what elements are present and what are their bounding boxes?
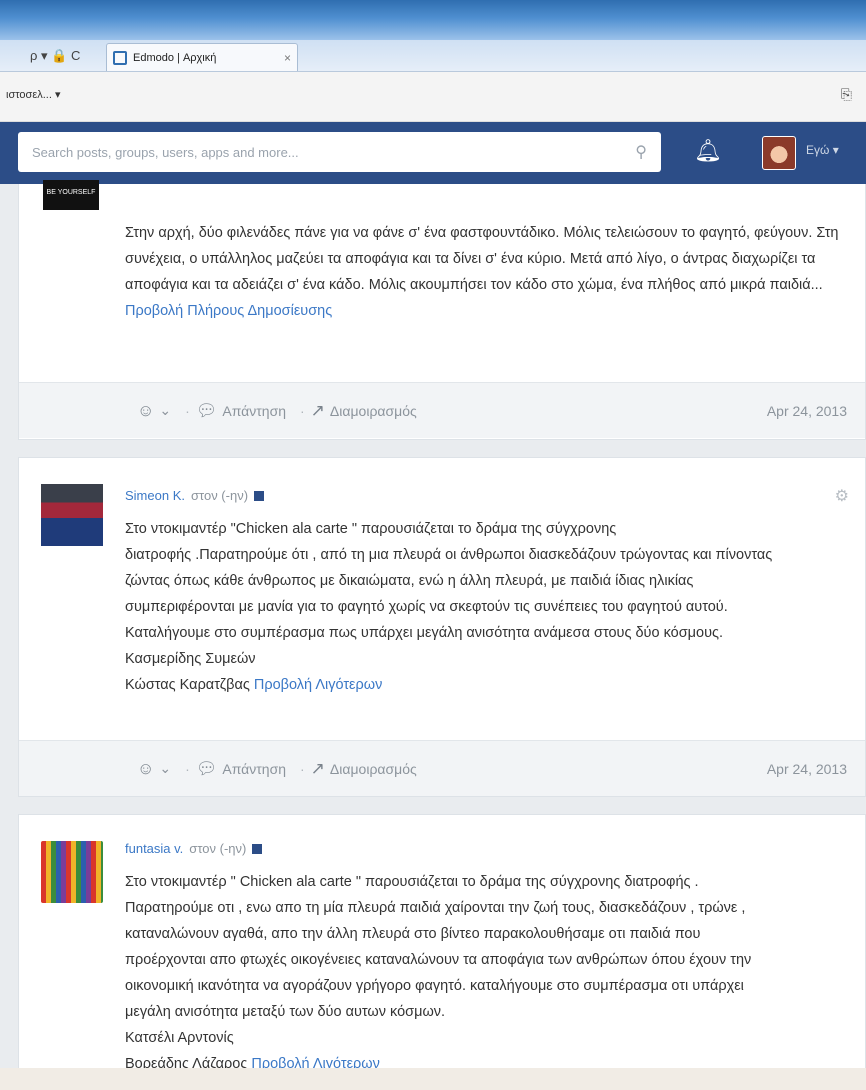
post-line: Κατσέλι Αρντονίς [125, 1030, 234, 1046]
search-input[interactable] [32, 144, 636, 160]
author-name-link[interactable]: Simeon K. [125, 488, 185, 503]
tab-title: Edmodo | Αρχική [133, 51, 217, 64]
chevron-down-icon: ⌄ [159, 760, 172, 776]
share-label: Διαμοιρασμός [329, 402, 417, 419]
separator: · [185, 402, 190, 419]
tab-close-icon[interactable]: × [284, 51, 291, 65]
post-line: Παρατηρούμε οτι , ενω απο τη μία πλευρά … [125, 900, 746, 916]
reaction-button[interactable]: ☺ ⌄ [137, 759, 171, 779]
share-icon: ↗ [310, 758, 325, 778]
post-options-gear-icon[interactable]: ⚙ [835, 486, 849, 506]
post-target[interactable]: στον (-ην) [189, 841, 246, 856]
post-card: Simeon K. στον (-ην) ⚙ Στο ντοκιμαντέρ "… [18, 457, 866, 797]
address-tools[interactable]: ρ ▾ 🔒 C [30, 48, 80, 64]
view-less-link[interactable]: Προβολή Λιγότερων [254, 677, 382, 693]
share-icon: ↗ [310, 400, 325, 420]
page-tools-icon[interactable]: ⎘ [841, 86, 852, 103]
post-author-avatar[interactable]: BE YOURSELF [43, 180, 99, 210]
separator: · [185, 760, 190, 777]
search-box: ⚲ [18, 132, 661, 172]
reply-label: Απάντηση [222, 402, 286, 419]
post-text: Στην αρχή, δύο φιλενάδες πάνε για να φάν… [125, 220, 845, 324]
post-date: Apr 24, 2013 [766, 402, 847, 419]
post-card: BE YOURSELF Στην αρχή, δύο φιλενάδες πάν… [18, 180, 866, 440]
group-icon [254, 490, 265, 501]
chevron-down-icon: ⌄ [159, 402, 172, 418]
reaction-button[interactable]: ☺ ⌄ [137, 401, 171, 421]
browser-tabstrip: ρ ▾ 🔒 C Edmodo | Αρχική × [0, 40, 866, 72]
reply-button[interactable]: 💬︎ Απάντηση [196, 759, 286, 779]
post-line: καταναλώνουν αγαθά, απο την άλλη πλευρά … [125, 926, 701, 942]
reaction-icon: ☺ [137, 400, 155, 420]
user-avatar[interactable] [762, 136, 796, 170]
post-line: Στο ντοκιμαντέρ "Chicken ala carte " παρ… [125, 521, 617, 537]
post-line: συμπεριφέρονται με μανία για το φαγητό χ… [125, 599, 728, 615]
reply-label: Απάντηση [222, 760, 286, 777]
search-icon[interactable]: ⚲ [635, 142, 647, 162]
post-text: Στο ντοκιμαντέρ " Chicken ala carte " πα… [125, 869, 845, 1077]
reaction-icon: ☺ [137, 758, 155, 778]
post-line: Κώστας Καρατζβας [125, 677, 250, 693]
post-line: διατροφής .Παρατηρούμε ότι , από τη μια … [125, 547, 773, 563]
post-author-row: Simeon K. στον (-ην) [125, 488, 265, 503]
post-body: BE YOURSELF Στην αρχή, δύο φιλενάδες πάν… [19, 180, 865, 382]
post-line: Κασμερίδης Συμεών [125, 651, 256, 667]
browser-status-bar [0, 1068, 866, 1090]
share-button[interactable]: ↗ Διαμοιρασμός [311, 401, 417, 421]
author-name-link[interactable]: funtasia v. [125, 841, 183, 856]
post-actions: ☺ ⌄ · 💬︎ Απάντηση · ↗ Διαμοιρασμός Apr 24, … [19, 382, 865, 438]
post-author-avatar[interactable] [41, 484, 103, 546]
post-date: Apr 24, 2013 [766, 760, 847, 777]
post-author-avatar[interactable] [41, 841, 103, 903]
me-menu[interactable]: Εγώ ▾ [806, 143, 839, 157]
separator: · [300, 760, 305, 777]
browser-tab[interactable]: Edmodo | Αρχική × [106, 43, 298, 71]
post-line: μεγάλη ανισότητα μεταξύ των δύο αυτων κό… [125, 1004, 446, 1020]
separator: · [300, 402, 305, 419]
reply-button[interactable]: 💬︎ Απάντηση [196, 401, 286, 421]
reply-icon: 💬︎ [195, 758, 218, 778]
post-feed: BE YOURSELF Στην αρχή, δύο φιλενάδες πάν… [18, 180, 866, 1090]
post-actions: ☺ ⌄ · 💬︎ Απάντηση · ↗ Διαμοιρασμός Apr 24, … [19, 740, 865, 796]
post-card: funtasia v. στον (-ην) Στο ντοκιμαντέρ "… [18, 814, 866, 1090]
share-label: Διαμοιρασμός [329, 760, 417, 777]
post-content: Στην αρχή, δύο φιλενάδες πάνε για να φάν… [125, 225, 839, 293]
view-full-post-link[interactable]: Προβολή Πλήρους Δημοσίευσης [125, 303, 332, 319]
post-author-row: funtasia v. στον (-ην) [125, 841, 263, 856]
browser-menubar: ιστοσελ... ▾ ⎘ [0, 72, 866, 122]
notifications-bell-icon[interactable]: 🔔︎ [694, 138, 722, 164]
post-line: προέρχονται απο φτωχές οικογένειες καταν… [125, 952, 752, 968]
post-target[interactable]: στον (-ην) [191, 488, 248, 503]
reply-icon: 💬︎ [195, 400, 218, 420]
post-text: Στο ντοκιμαντέρ "Chicken ala carte " παρ… [125, 516, 845, 698]
post-line: Στο ντοκιμαντέρ " Chicken ala carte " πα… [125, 874, 699, 890]
share-button[interactable]: ↗ Διαμοιρασμός [311, 759, 417, 779]
post-line: ζώντας όπως κάθε άνθρωπος με δικαιώματα,… [125, 573, 694, 589]
edmodo-header: ⚲ 🔔︎ Εγώ ▾ [0, 122, 866, 184]
group-icon [252, 843, 263, 854]
edmodo-favicon-icon [113, 50, 127, 65]
favorites-menu[interactable]: ιστοσελ... ▾ [6, 88, 60, 101]
post-line: Καταλήγουμε στο συμπέρασμα πως υπάρχει μ… [125, 625, 724, 641]
browser-titlebar [0, 0, 866, 40]
post-line: οικονομική ικανότητα να αγοράζουν γρήγορ… [125, 978, 744, 994]
